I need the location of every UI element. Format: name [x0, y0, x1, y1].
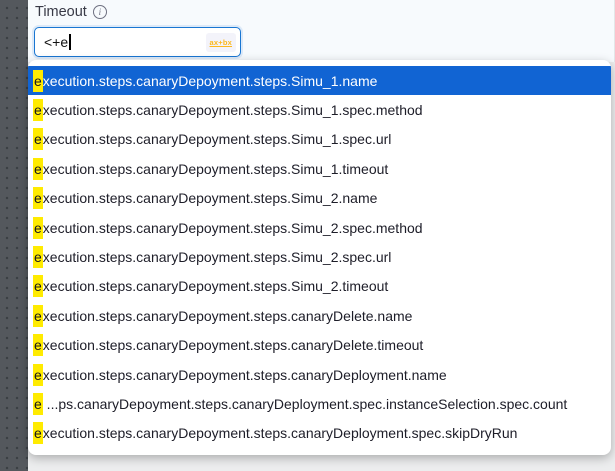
pipeline-canvas — [0, 0, 28, 471]
match-highlight: e — [33, 364, 43, 386]
suggestion-item[interactable]: execution.steps.canaryDepoyment.steps.ca… — [28, 331, 611, 360]
suggestion-text: xecution.steps.canaryDepoyment.steps.Sim… — [43, 249, 392, 265]
match-highlight: e — [33, 246, 43, 268]
suggestion-item[interactable]: execution.steps.canaryDepoyment.steps.Si… — [28, 95, 611, 124]
match-highlight: e — [33, 305, 43, 327]
match-highlight: e — [33, 70, 43, 92]
timeout-field-label: Timeout i — [35, 4, 107, 20]
timeout-input-value: <+e — [44, 34, 68, 50]
match-highlight: e — [33, 422, 43, 444]
expression-suggestions-dropdown: execution.steps.canaryDepoyment.steps.Si… — [28, 60, 611, 455]
suggestion-item[interactable]: execution.steps.canaryDepoyment.steps.Si… — [28, 184, 611, 213]
match-highlight: e — [33, 393, 43, 415]
suggestion-item[interactable]: execution.steps.canaryDepoyment.steps.Si… — [28, 125, 611, 154]
match-highlight: e — [33, 99, 43, 121]
info-icon[interactable]: i — [93, 5, 107, 19]
suggestion-item[interactable]: execution.steps.canaryDepoyment.steps.Si… — [28, 272, 611, 301]
match-highlight: e — [33, 334, 43, 356]
suggestion-text: xecution.steps.canaryDepoyment.steps.Sim… — [43, 278, 389, 294]
timeout-expression-input[interactable]: <+e ax+bx — [34, 27, 241, 57]
match-highlight: e — [33, 217, 43, 239]
suggestion-text: xecution.steps.canaryDepoyment.steps.Sim… — [43, 102, 423, 118]
suggestion-item[interactable]: execution.steps.canaryDepoyment.steps.Si… — [28, 242, 611, 271]
suggestion-text: xecution.steps.canaryDepoyment.steps.can… — [43, 425, 518, 441]
suggestion-item[interactable]: execution.steps.canaryDepoyment.steps.ca… — [28, 301, 611, 330]
suggestion-text: xecution.steps.canaryDepoyment.steps.can… — [43, 308, 413, 324]
suggestion-text: xecution.steps.canaryDepoyment.steps.Sim… — [43, 220, 423, 236]
suggestion-text: xecution.steps.canaryDepoyment.steps.Sim… — [43, 190, 378, 206]
suggestion-item[interactable]: e ...ps.canaryDepoyment.steps.canaryDepl… — [28, 389, 611, 418]
suggestion-item[interactable]: execution.steps.canaryDepoyment.steps.ca… — [28, 360, 611, 389]
suggestion-item[interactable]: execution.steps.canaryDepoyment.steps.ca… — [28, 419, 611, 448]
suggestion-item[interactable]: execution.steps.canaryDepoyment.steps.Si… — [28, 66, 611, 95]
suggestion-item[interactable]: execution.steps.canaryDepoyment.steps.Si… — [28, 154, 611, 183]
expression-mode-icon[interactable]: ax+bx — [206, 33, 236, 52]
suggestion-text: xecution.steps.canaryDepoyment.steps.can… — [43, 367, 447, 383]
text-caret — [69, 34, 71, 50]
suggestion-text: xecution.steps.canaryDepoyment.steps.Sim… — [43, 73, 378, 89]
match-highlight: e — [33, 187, 43, 209]
match-highlight: e — [33, 128, 43, 150]
suggestion-text: xecution.steps.canaryDepoyment.steps.Sim… — [43, 161, 389, 177]
suggestion-text: ...ps.canaryDepoyment.steps.canaryDeploy… — [43, 396, 568, 412]
suggestion-text: xecution.steps.canaryDepoyment.steps.Sim… — [43, 131, 392, 147]
timeout-label-text: Timeout — [35, 4, 87, 20]
match-highlight: e — [33, 158, 43, 180]
suggestion-item[interactable]: execution.steps.canaryDepoyment.steps.Si… — [28, 213, 611, 242]
suggestion-text: xecution.steps.canaryDepoyment.steps.can… — [43, 337, 424, 353]
match-highlight: e — [33, 275, 43, 297]
